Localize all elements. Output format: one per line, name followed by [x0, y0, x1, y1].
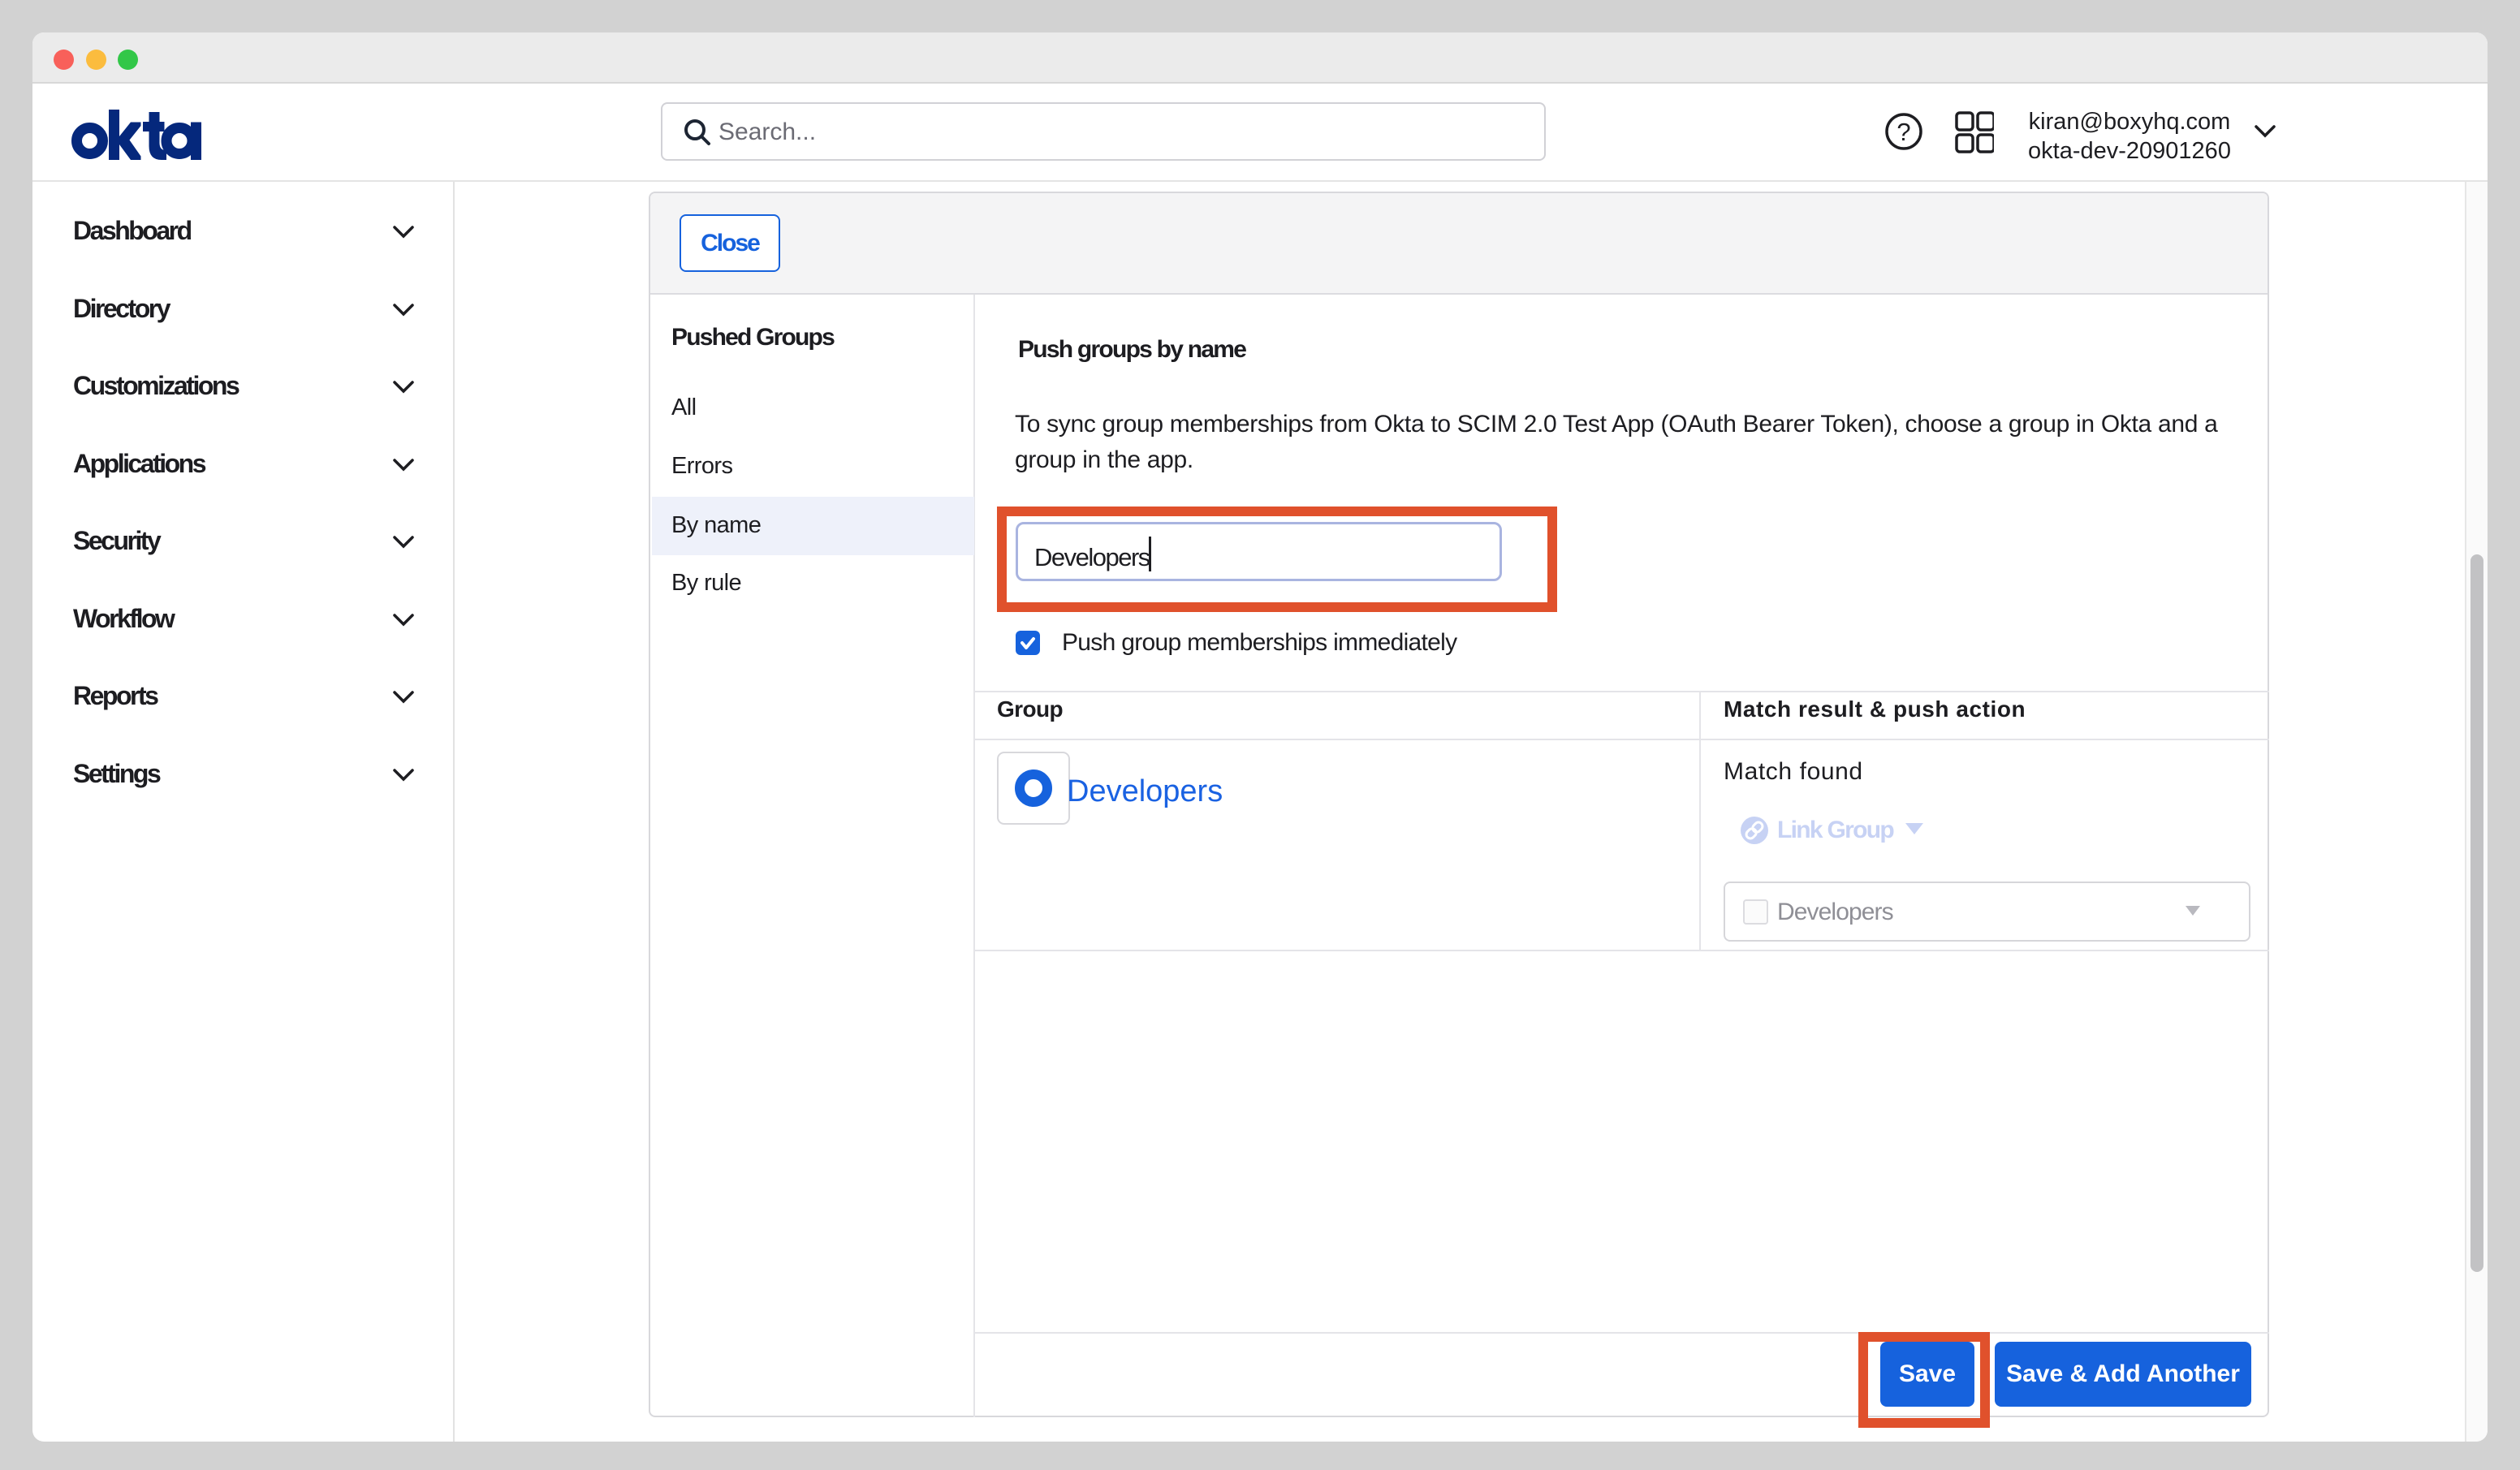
- svg-text:?: ?: [1896, 118, 1910, 146]
